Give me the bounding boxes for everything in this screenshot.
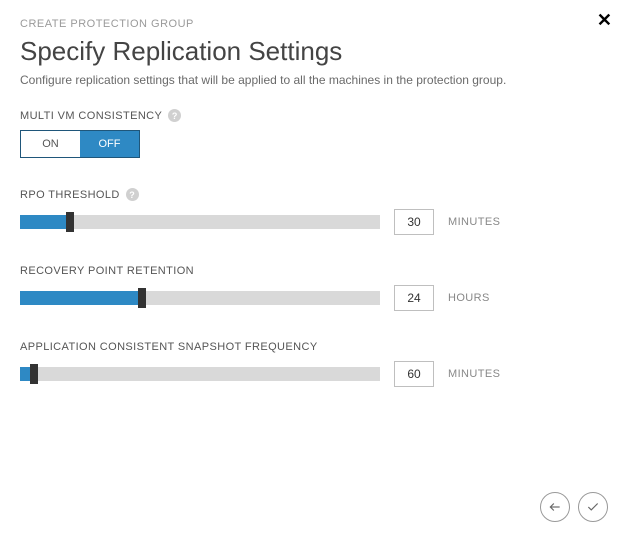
multi-vm-label-text: MULTI VM CONSISTENCY <box>20 110 162 122</box>
snapshot-label: APPLICATION CONSISTENT SNAPSHOT FREQUENC… <box>20 341 606 353</box>
snapshot-slider-thumb[interactable] <box>30 364 38 384</box>
rpo-unit: MINUTES <box>448 216 500 228</box>
snapshot-frequency-field: APPLICATION CONSISTENT SNAPSHOT FREQUENC… <box>20 341 606 387</box>
snapshot-slider[interactable] <box>20 367 380 381</box>
toggle-on[interactable]: ON <box>21 131 80 157</box>
retention-field: RECOVERY POINT RETENTION HOURS <box>20 265 606 311</box>
rpo-label: RPO THRESHOLD ? <box>20 188 606 201</box>
retention-label: RECOVERY POINT RETENTION <box>20 265 606 277</box>
retention-unit: HOURS <box>448 292 490 304</box>
help-icon[interactable]: ? <box>168 109 181 122</box>
rpo-slider[interactable] <box>20 215 380 229</box>
page-title: Specify Replication Settings <box>20 36 606 67</box>
rpo-value-input[interactable] <box>394 209 434 235</box>
snapshot-label-text: APPLICATION CONSISTENT SNAPSHOT FREQUENC… <box>20 341 318 353</box>
breadcrumb: CREATE PROTECTION GROUP <box>20 18 606 30</box>
retention-slider-fill <box>20 291 142 305</box>
retention-slider-thumb[interactable] <box>138 288 146 308</box>
wizard-footer <box>540 492 608 522</box>
check-icon <box>586 500 600 514</box>
close-icon[interactable]: ✕ <box>597 10 612 31</box>
toggle-off[interactable]: OFF <box>80 131 139 157</box>
multi-vm-toggle[interactable]: ON OFF <box>20 130 140 158</box>
help-icon[interactable]: ? <box>126 188 139 201</box>
retention-label-text: RECOVERY POINT RETENTION <box>20 265 194 277</box>
rpo-label-text: RPO THRESHOLD <box>20 189 120 201</box>
rpo-slider-thumb[interactable] <box>66 212 74 232</box>
confirm-button[interactable] <box>578 492 608 522</box>
rpo-threshold-field: RPO THRESHOLD ? MINUTES <box>20 188 606 235</box>
page-subtitle: Configure replication settings that will… <box>20 73 606 87</box>
back-button[interactable] <box>540 492 570 522</box>
arrow-left-icon <box>548 500 562 514</box>
retention-slider[interactable] <box>20 291 380 305</box>
multi-vm-consistency-field: MULTI VM CONSISTENCY ? ON OFF <box>20 109 606 158</box>
multi-vm-label: MULTI VM CONSISTENCY ? <box>20 109 606 122</box>
rpo-slider-fill <box>20 215 70 229</box>
snapshot-unit: MINUTES <box>448 368 500 380</box>
retention-value-input[interactable] <box>394 285 434 311</box>
snapshot-value-input[interactable] <box>394 361 434 387</box>
